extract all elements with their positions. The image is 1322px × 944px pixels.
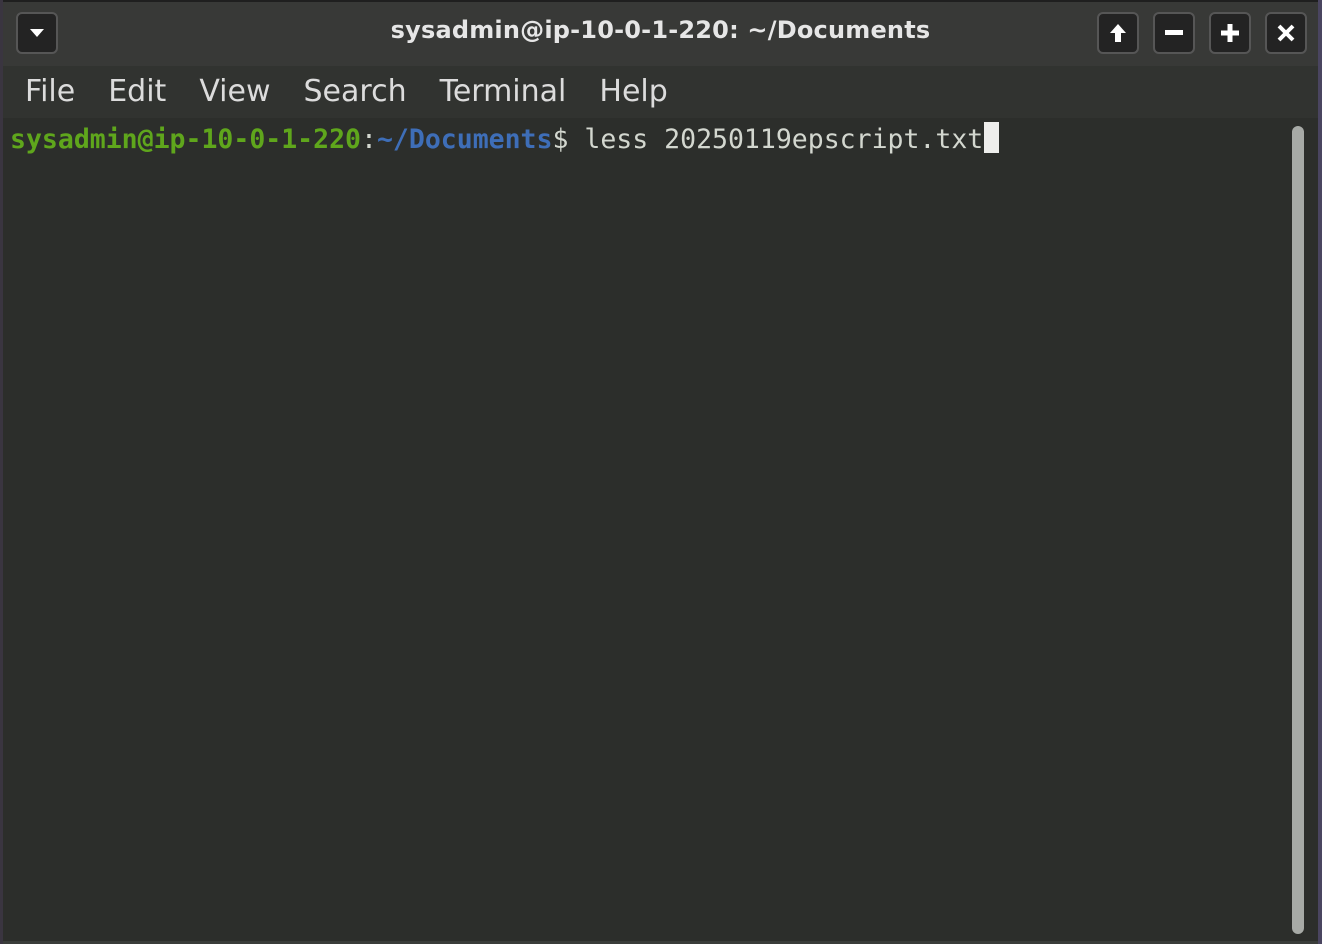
close-button[interactable] [1265, 12, 1307, 54]
prompt-path: ~/Documents [376, 124, 553, 155]
prompt-line: sysadmin@ip-10-0-1-220:~/Documents$ less… [10, 122, 1000, 158]
minimize-icon [1165, 30, 1183, 35]
menu-help[interactable]: Help [599, 66, 667, 118]
raise-window-button[interactable] [1097, 12, 1139, 54]
terminal-area[interactable]: sysadmin@ip-10-0-1-220:~/Documents$ less… [3, 118, 1318, 944]
command-input[interactable]: less 20250119epscript.txt [568, 124, 983, 155]
minimize-button[interactable] [1153, 12, 1195, 54]
prompt-user-host: sysadmin@ip-10-0-1-220 [10, 124, 361, 155]
chevron-down-icon [30, 29, 44, 37]
menu-search[interactable]: Search [304, 66, 407, 118]
menu-bar: File Edit View Search Terminal Help [3, 66, 1318, 118]
close-icon [1277, 24, 1295, 42]
plus-icon [1221, 24, 1239, 42]
arrow-up-icon [1110, 24, 1126, 42]
prompt-separator: : [361, 124, 377, 155]
menu-file[interactable]: File [25, 66, 75, 118]
menu-view[interactable]: View [199, 66, 270, 118]
title-bar[interactable]: sysadmin@ip-10-0-1-220: ~/Documents [3, 0, 1318, 66]
vertical-scrollbar[interactable] [1292, 126, 1304, 934]
text-cursor [984, 122, 1000, 153]
terminal-window: sysadmin@ip-10-0-1-220: ~/Documents File… [0, 0, 1322, 944]
prompt-symbol: $ [552, 124, 569, 155]
menu-terminal[interactable]: Terminal [440, 66, 567, 118]
window-menu-button[interactable] [16, 12, 58, 54]
maximize-button[interactable] [1209, 12, 1251, 54]
menu-edit[interactable]: Edit [108, 66, 166, 118]
